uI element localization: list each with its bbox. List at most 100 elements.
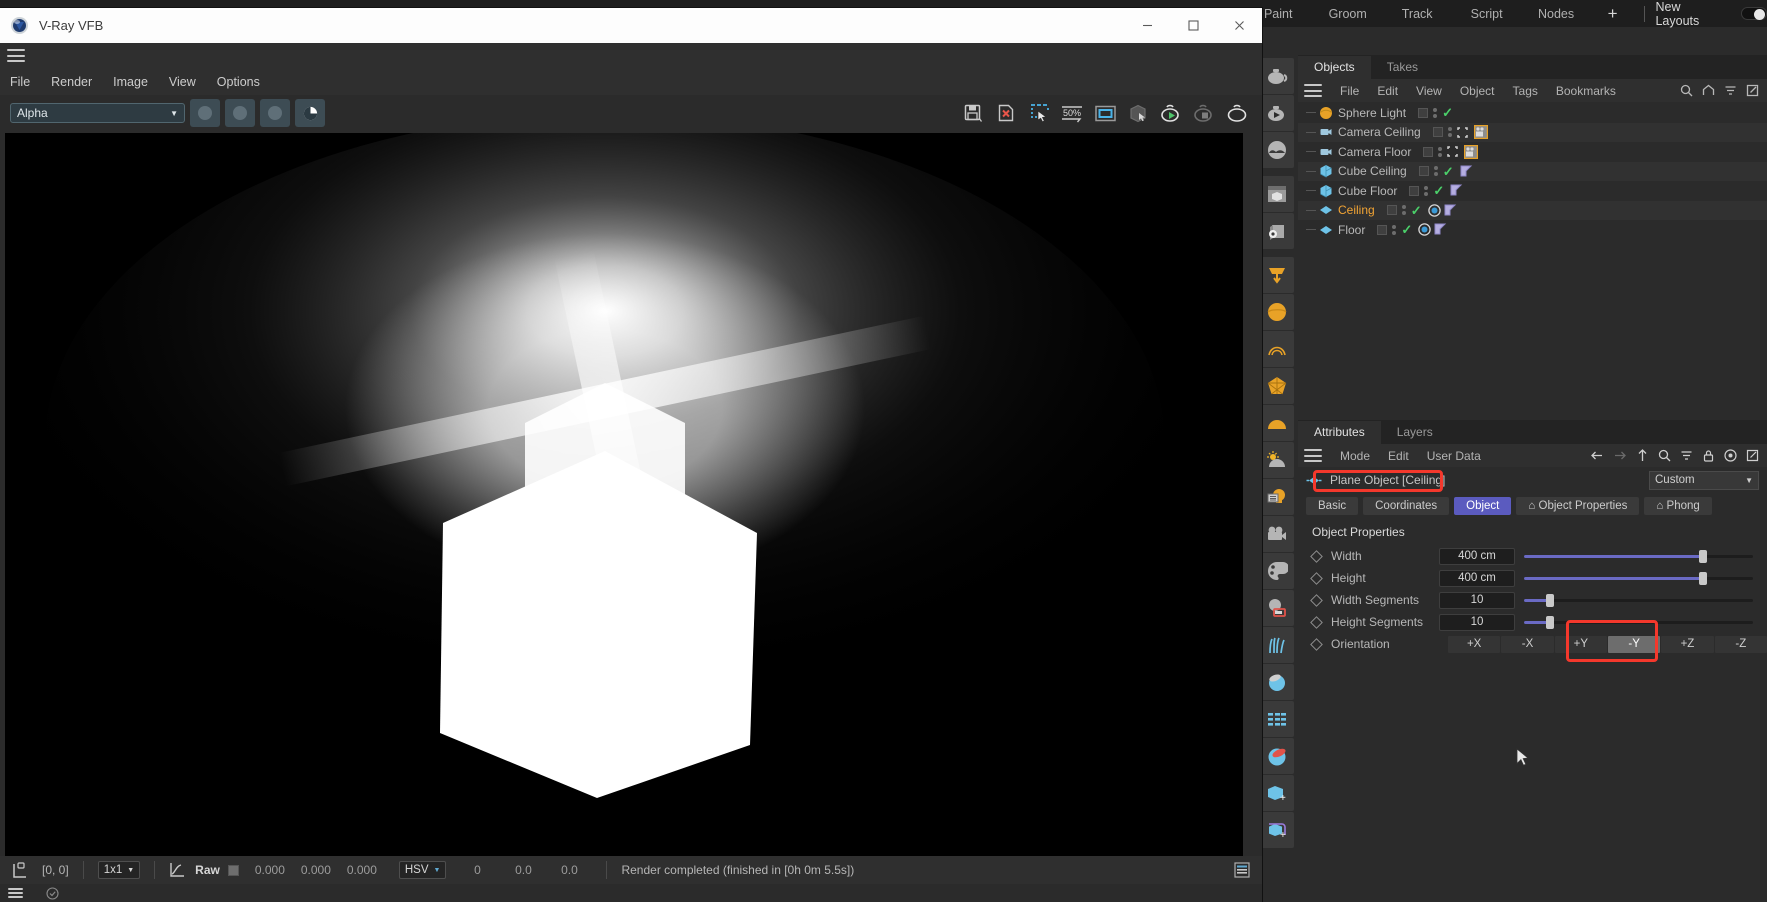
object-controls[interactable]: [1423, 146, 1459, 157]
channel-dropdown[interactable]: Alpha ▼: [10, 103, 185, 123]
tag-zone[interactable]: [1458, 144, 1606, 159]
ratio-dropdown[interactable]: 1x1 ▼: [97, 861, 141, 879]
keyframe-diamond-icon[interactable]: [1310, 571, 1323, 585]
tag-zone[interactable]: [1412, 223, 1560, 236]
up-arrow-icon[interactable]: [1636, 449, 1649, 462]
material-palette-icon[interactable]: [1260, 553, 1294, 589]
save-image-icon[interactable]: [958, 99, 988, 127]
channel-alpha-button[interactable]: [295, 99, 325, 127]
pixel-lock-icon[interactable]: [12, 861, 28, 879]
om-menu-bookmarks[interactable]: Bookmarks: [1547, 84, 1625, 98]
vray-tag-icon[interactable]: [1427, 204, 1441, 217]
search-icon[interactable]: [1680, 84, 1693, 97]
object-controls[interactable]: ✓: [1418, 106, 1453, 119]
om-menu-view[interactable]: View: [1407, 84, 1451, 98]
slider-knob[interactable]: [1698, 571, 1707, 585]
back-arrow-icon[interactable]: [1590, 449, 1604, 462]
visibility-dots[interactable]: [1437, 146, 1443, 157]
camera-tag-icon[interactable]: [1473, 125, 1488, 140]
camera-tag-icon[interactable]: [1464, 144, 1479, 159]
record-icon[interactable]: [1724, 449, 1737, 462]
visibility-toggle[interactable]: [1377, 224, 1388, 235]
tab-objects[interactable]: Objects: [1298, 56, 1371, 79]
phong-tag-icon[interactable]: [1450, 184, 1463, 197]
light-object-icon[interactable]: [1260, 479, 1294, 515]
add-layout-icon[interactable]: +: [1591, 5, 1635, 22]
render-region-cube-icon[interactable]: [1123, 99, 1153, 127]
visibility-dots[interactable]: [1447, 127, 1453, 138]
phong-tag-icon[interactable]: [1434, 223, 1447, 236]
enabled-check-icon[interactable]: ✓: [1443, 165, 1454, 178]
add-generator-icon[interactable]: +: [1260, 812, 1294, 848]
forward-arrow-icon[interactable]: [1613, 449, 1627, 462]
orientation-plus-y[interactable]: +Y: [1554, 635, 1607, 653]
visibility-toggle[interactable]: [1432, 127, 1443, 138]
visibility-dots[interactable]: [1401, 205, 1407, 216]
clear-image-icon[interactable]: [991, 99, 1021, 127]
minimize-button[interactable]: [1124, 8, 1170, 43]
width-segments-slider[interactable]: [1524, 592, 1767, 609]
cloth-simulation-icon[interactable]: [1260, 701, 1294, 737]
tab-basic[interactable]: Basic: [1306, 497, 1359, 515]
spline-icon[interactable]: [1260, 331, 1294, 367]
slider-knob[interactable]: [1698, 549, 1707, 563]
tab-layers[interactable]: Layers: [1380, 421, 1449, 444]
orientation-plus-x[interactable]: +X: [1448, 635, 1501, 653]
om-menu-file[interactable]: File: [1331, 84, 1368, 98]
expand-icon[interactable]: [1456, 127, 1468, 138]
dynamics-icon[interactable]: [1260, 664, 1294, 700]
polygon-object-icon[interactable]: [1260, 368, 1294, 404]
render-stop-icon[interactable]: [1189, 99, 1219, 127]
orientation-plus-z[interactable]: +Z: [1661, 635, 1714, 653]
render-viewport[interactable]: [5, 133, 1243, 856]
keyframe-diamond-icon[interactable]: [1310, 637, 1323, 651]
visibility-toggle[interactable]: [1386, 205, 1397, 216]
width-input[interactable]: 400 cm: [1439, 547, 1515, 565]
object-controls[interactable]: ✓: [1409, 184, 1444, 197]
channel-r-button[interactable]: [190, 99, 220, 127]
sphere-primitive-icon[interactable]: [1260, 294, 1294, 330]
attr-menu-edit[interactable]: Edit: [1379, 449, 1418, 463]
phong-tag-icon[interactable]: [1460, 165, 1473, 178]
project-settings-icon[interactable]: [1260, 213, 1294, 249]
orientation-minus-z[interactable]: -Z: [1714, 635, 1767, 653]
width-segments-input[interactable]: 10: [1439, 591, 1515, 609]
close-button[interactable]: [1216, 8, 1262, 43]
object-controls[interactable]: ✓: [1386, 204, 1422, 217]
visibility-dots[interactable]: [1423, 185, 1429, 196]
tag-zone[interactable]: [1422, 204, 1570, 217]
motion-graphics-icon[interactable]: [1260, 738, 1294, 774]
visibility-toggle[interactable]: [1418, 166, 1429, 177]
cloud-render-icon[interactable]: [1260, 132, 1294, 168]
tag-zone[interactable]: [1468, 125, 1616, 140]
object-row-ceiling[interactable]: Ceiling ✓: [1298, 200, 1767, 220]
preset-dropdown[interactable]: Custom ▼: [1649, 470, 1759, 490]
vfb-bottom-hamburger-icon[interactable]: [8, 888, 23, 898]
orientation-minus-x[interactable]: -X: [1501, 635, 1554, 653]
visibility-dots[interactable]: [1432, 107, 1438, 118]
width-slider[interactable]: [1524, 548, 1767, 565]
channel-b-button[interactable]: [260, 99, 290, 127]
tag-zone[interactable]: [1444, 184, 1592, 197]
tab-coordinates[interactable]: Coordinates: [1363, 497, 1450, 515]
vfb-menu-render[interactable]: Render: [51, 75, 104, 89]
attr-menu-user-data[interactable]: User Data: [1418, 449, 1490, 463]
popout-icon[interactable]: [1746, 449, 1759, 462]
colorspace-dropdown[interactable]: HSV ▼: [398, 861, 447, 879]
object-row-camera-floor[interactable]: Camera Floor: [1298, 142, 1767, 162]
enabled-check-icon[interactable]: ✓: [1401, 223, 1412, 236]
render-last-icon[interactable]: [1222, 99, 1252, 127]
vfb-hamburger-icon[interactable]: [7, 49, 25, 62]
object-controls[interactable]: ✓: [1418, 165, 1454, 178]
object-manager-hamburger-icon[interactable]: [1304, 84, 1322, 97]
fit-to-window-icon[interactable]: [1090, 99, 1120, 127]
keyframe-diamond-icon[interactable]: [1310, 549, 1323, 563]
visibility-dots[interactable]: [1433, 166, 1439, 177]
slider-knob[interactable]: [1545, 615, 1554, 629]
teapot-icon[interactable]: [1260, 58, 1294, 94]
render-start-icon[interactable]: [1156, 99, 1186, 127]
om-menu-object[interactable]: Object: [1451, 84, 1504, 98]
height-segments-input[interactable]: 10: [1439, 613, 1515, 631]
menu-item-groom[interactable]: Groom: [1313, 7, 1382, 21]
height-input[interactable]: 400 cm: [1439, 569, 1515, 587]
